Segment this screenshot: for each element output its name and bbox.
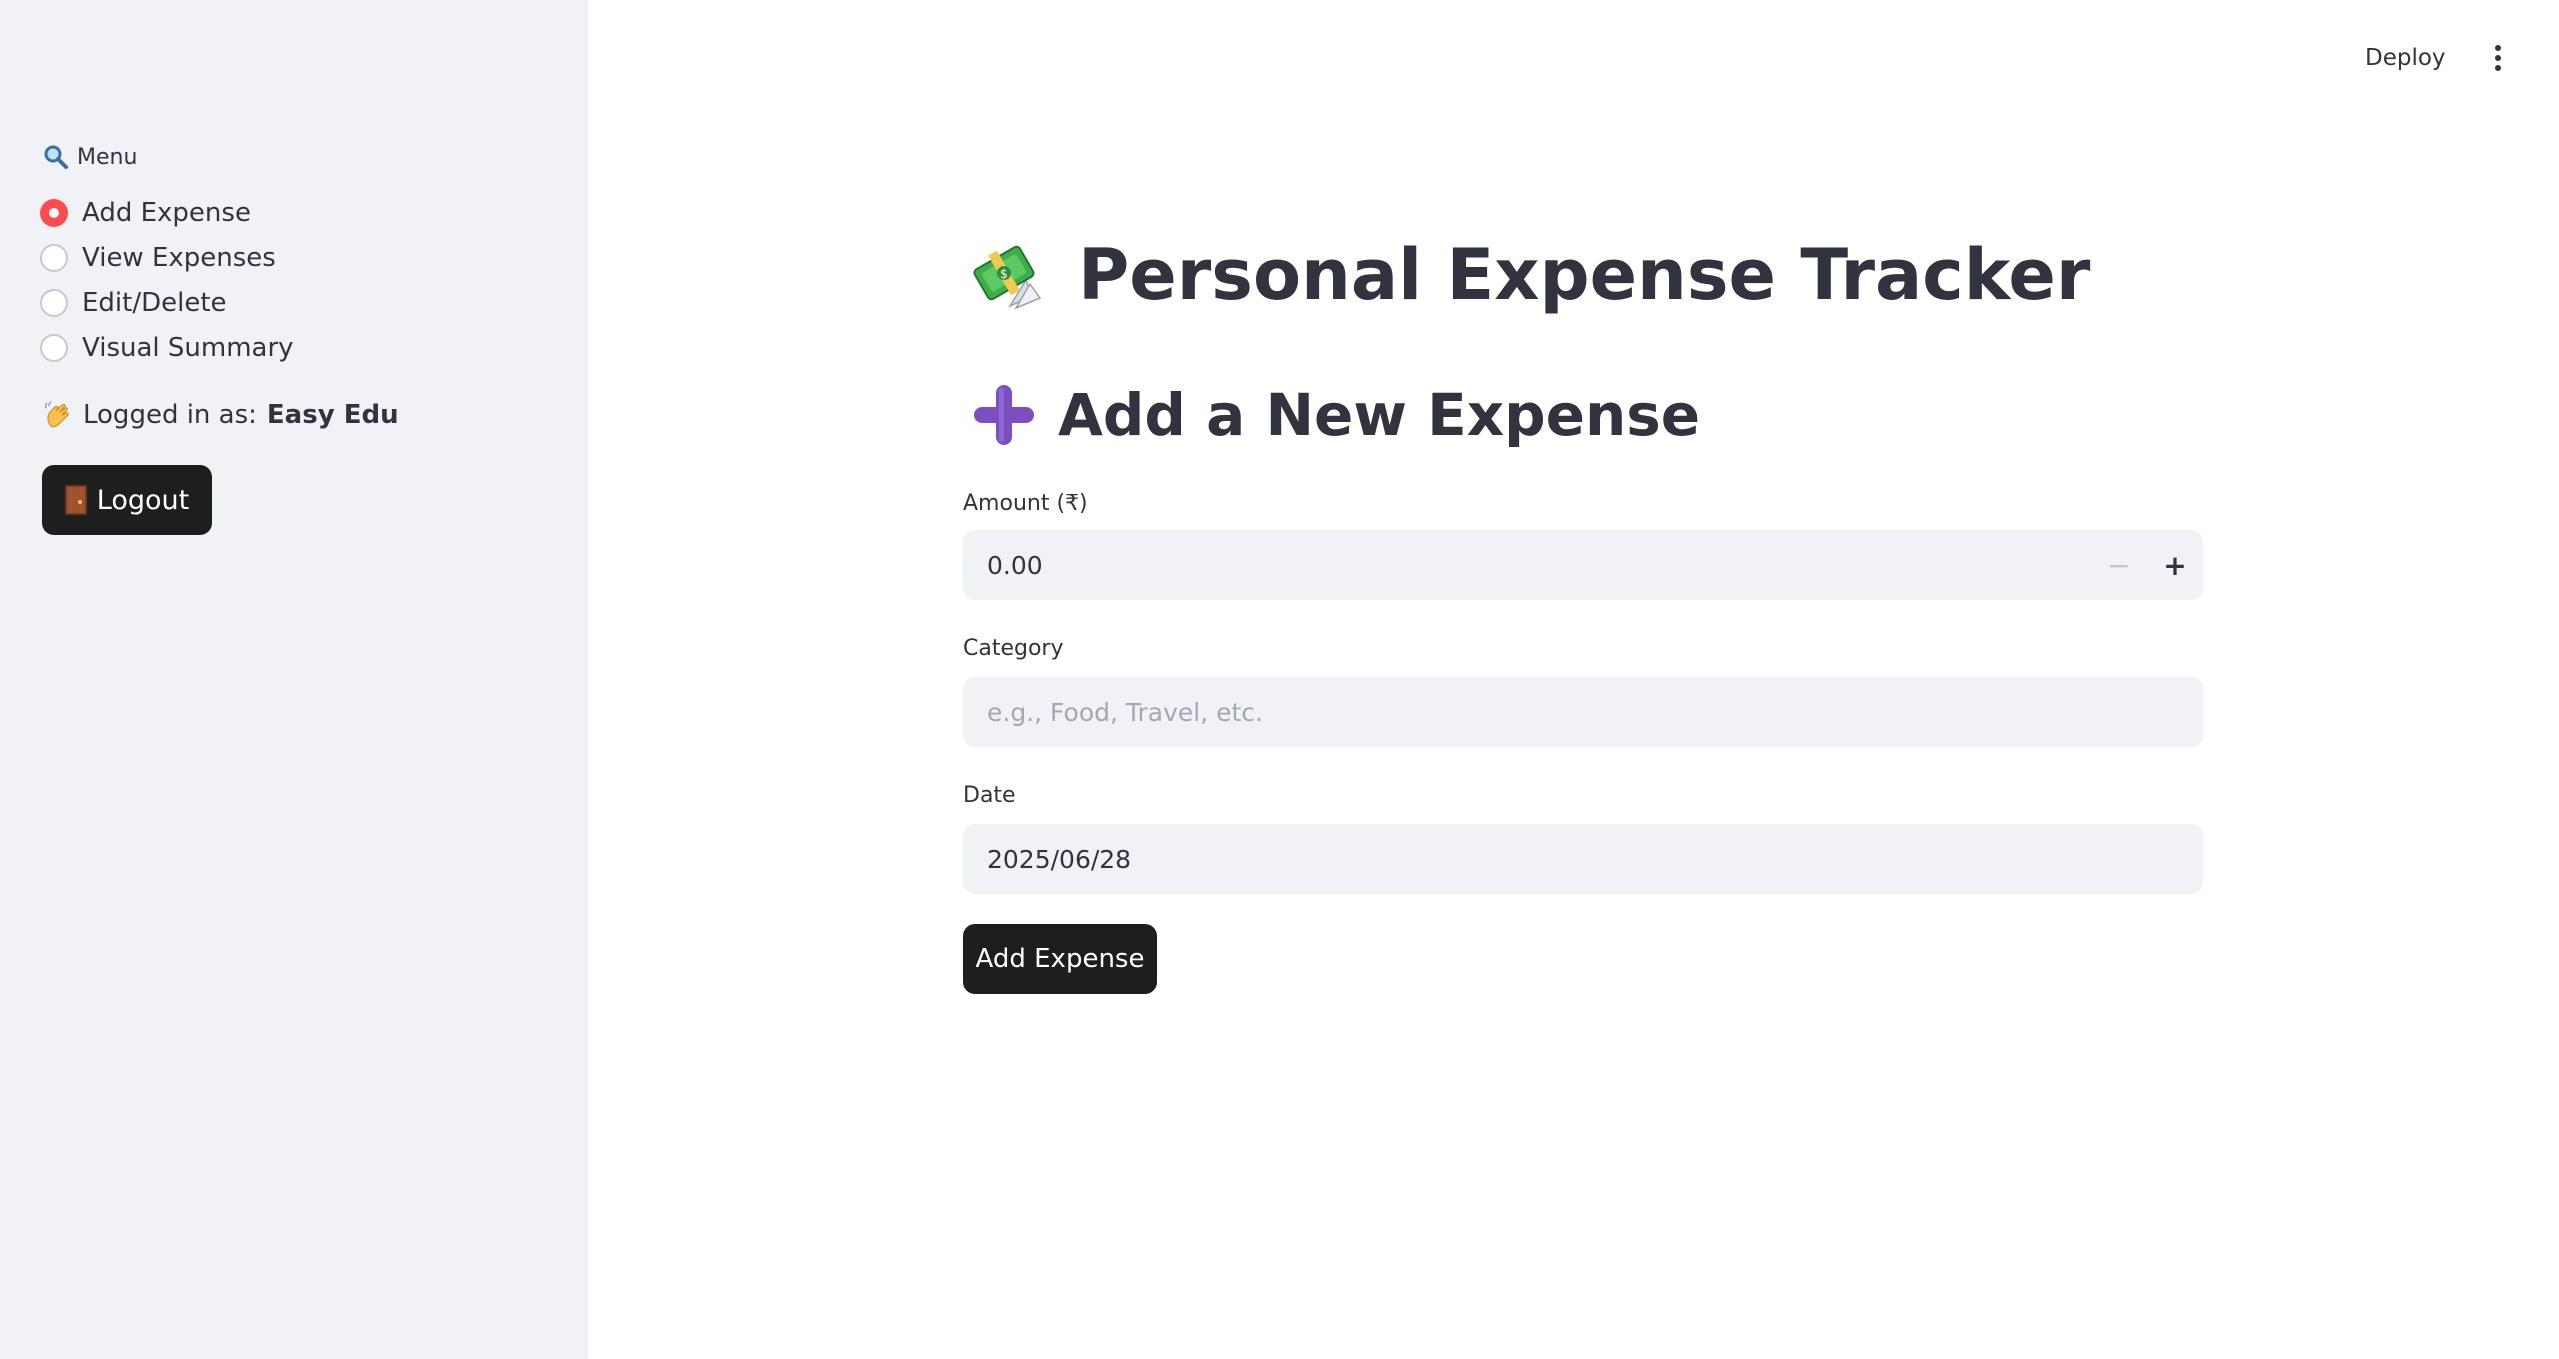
menu-label-text: Menu — [77, 144, 138, 170]
radio-label: Edit/Delete — [82, 287, 227, 318]
logout-button[interactable]: Logout — [42, 465, 212, 535]
section-title-text: Add a New Expense — [1058, 381, 1701, 449]
amount-input[interactable]: − + — [963, 530, 2203, 600]
plus-icon — [974, 385, 1034, 445]
radio-add-expense[interactable]: Add Expense — [40, 190, 560, 235]
radio-button-selected[interactable] — [40, 198, 68, 227]
logout-label: Logout — [96, 484, 190, 516]
menu-label: Menu — [43, 142, 137, 172]
kebab-dot — [2495, 45, 2501, 51]
money-with-wings-icon: $ — [973, 245, 1042, 310]
amount-label: Amount (₹) — [963, 490, 1088, 516]
menu-radio-group: Add Expense View Expenses Edit/Delete Vi… — [40, 190, 560, 370]
section-title: Add a New Expense — [970, 375, 1700, 455]
date-label: Date — [963, 782, 1016, 808]
deploy-button[interactable]: Deploy — [2365, 40, 2446, 76]
category-label: Category — [963, 635, 1064, 661]
date-field[interactable] — [985, 843, 2181, 875]
amount-stepper: − + — [2091, 530, 2203, 600]
amount-field[interactable] — [985, 549, 2181, 581]
minus-icon[interactable]: − — [2091, 530, 2147, 600]
radio-label: View Expenses — [82, 242, 276, 273]
logged-in-prefix: Logged in as: — [83, 400, 257, 430]
add-expense-button[interactable]: Add Expense — [963, 924, 1157, 994]
waving-hand-icon — [44, 401, 69, 428]
kebab-dot — [2495, 65, 2501, 71]
category-field[interactable] — [985, 696, 2181, 728]
door-icon — [64, 485, 87, 515]
radio-label: Add Expense — [82, 197, 251, 228]
radio-visual-summary[interactable]: Visual Summary — [40, 325, 560, 370]
radio-button[interactable] — [40, 333, 68, 362]
radio-edit-delete[interactable]: Edit/Delete — [40, 280, 560, 325]
svg-text:$: $ — [1000, 267, 1008, 281]
date-input[interactable] — [963, 824, 2203, 894]
sidebar: Menu Add Expense View Expenses Edit/Dele… — [0, 0, 588, 1359]
radio-view-expenses[interactable]: View Expenses — [40, 235, 560, 280]
page-title-text: Personal Expense Tracker — [1078, 234, 2091, 316]
kebab-menu-icon[interactable] — [2480, 40, 2516, 76]
radio-button[interactable] — [40, 243, 68, 272]
kebab-dot — [2495, 55, 2501, 61]
radio-button[interactable] — [40, 288, 68, 317]
radio-label: Visual Summary — [82, 332, 294, 363]
plus-step-icon[interactable]: + — [2147, 530, 2203, 600]
magnifier-icon — [44, 145, 68, 169]
logged-in-status: Logged in as: Easy Edu — [43, 395, 399, 435]
category-input[interactable] — [963, 677, 2203, 747]
logged-in-user: Easy Edu — [266, 400, 399, 430]
page-title: $ Personal Expense Tracker — [970, 225, 2090, 325]
